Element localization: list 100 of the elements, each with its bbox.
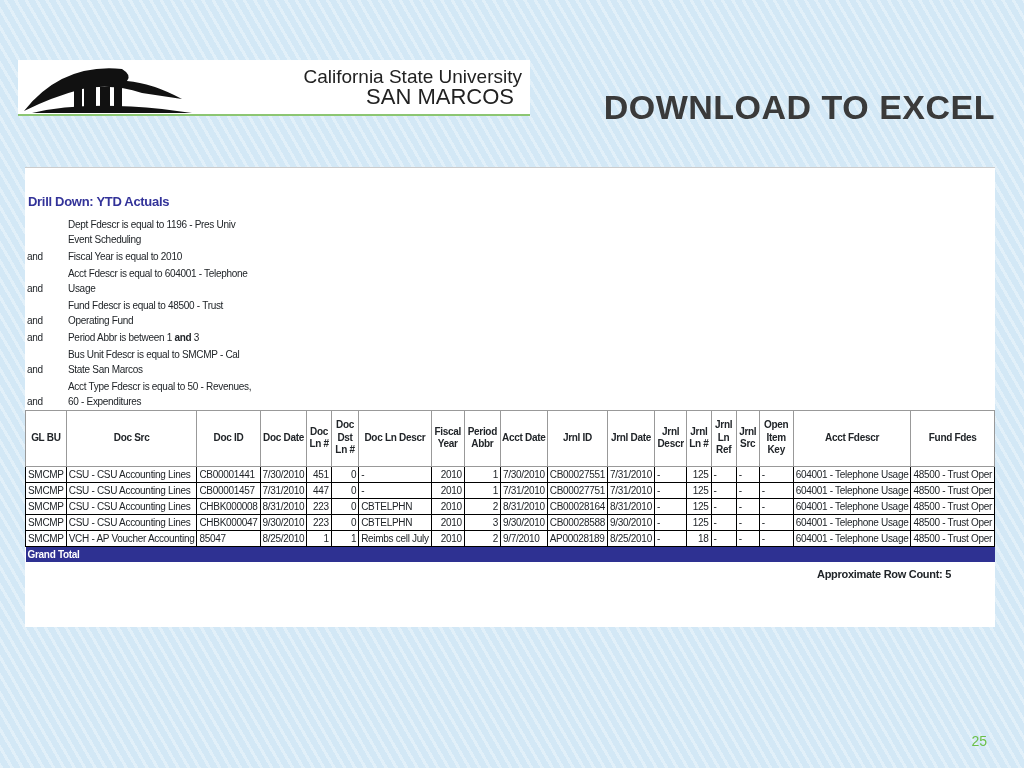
table-cell: 7/30/2010	[500, 466, 548, 482]
table-cell: 125	[686, 514, 711, 530]
table-cell: 7/31/2010	[260, 482, 307, 498]
table-cell: 2010	[431, 466, 465, 482]
column-header: Fund Fdes	[910, 410, 995, 466]
conjunction-text: and	[27, 331, 43, 343]
table-cell: CSU - CSU Accounting Lines	[66, 514, 197, 530]
table-cell: 223	[306, 498, 332, 514]
table-cell: -	[759, 482, 794, 498]
table-cell: 7/30/2010	[260, 466, 307, 482]
table-cell: -	[736, 466, 760, 482]
column-header: Open Item Key	[759, 410, 794, 466]
table-cell: CB00028588	[547, 514, 608, 530]
table-cell: 0	[331, 498, 359, 514]
column-header: Jrnl Ln #	[686, 410, 711, 466]
table-cell: 604001 - Telephone Usage	[793, 530, 911, 546]
table-cell: 9/30/2010	[500, 514, 548, 530]
table-cell: 7/31/2010	[500, 482, 548, 498]
table-cell: 48500 - Trust Oper	[910, 514, 995, 530]
table-cell: 3	[464, 514, 501, 530]
column-header: Jrnl Src	[736, 410, 760, 466]
table-cell: -	[654, 482, 687, 498]
table-cell: -	[759, 530, 794, 546]
conjunction-text: and	[27, 282, 43, 294]
table-cell: -	[711, 466, 737, 482]
table-cell: 0	[331, 482, 359, 498]
table-cell: 18	[686, 530, 711, 546]
filter-text: Fiscal Year is equal to 2010	[68, 250, 182, 262]
table-cell: 8/31/2010	[260, 498, 307, 514]
table-cell: 125	[686, 466, 711, 482]
logo-text: SAN MARCOS	[365, 85, 514, 108]
column-header: Jrnl Descr	[654, 410, 687, 466]
table-cell: 1	[306, 530, 332, 546]
table-cell: 9/7/2010	[500, 530, 548, 546]
table-cell: 223	[306, 514, 332, 530]
table-cell: CB00028164	[547, 498, 608, 514]
column-header: Jrnl Date	[607, 410, 655, 466]
table-cell: 48500 - Trust Oper	[910, 530, 995, 546]
table-cell: -	[736, 482, 760, 498]
table-cell: -	[654, 530, 687, 546]
table-cell: CBTELPHN	[358, 514, 432, 530]
column-header: Fiscal Year	[431, 410, 465, 466]
table-cell: CB00027551	[547, 466, 608, 482]
table-cell: CHBK000047	[196, 514, 261, 530]
column-header: GL BU	[25, 410, 67, 466]
table-cell: 9/30/2010	[260, 514, 307, 530]
table-cell: -	[711, 514, 737, 530]
table-cell: SMCMP	[25, 514, 67, 530]
table-cell: CSU - CSU Accounting Lines	[66, 466, 197, 482]
filter-text: Acct Type Fdescr is equal to 50 - Revenues, 60 - Expenditures	[68, 380, 252, 407]
table-cell: -	[759, 514, 794, 530]
page-number: 25	[971, 732, 987, 751]
table-cell: 451	[306, 466, 332, 482]
table-cell: CB00001457	[196, 482, 261, 498]
table-cell: -	[736, 514, 760, 530]
table-cell: 604001 - Telephone Usage	[793, 466, 911, 482]
table-cell: 8/25/2010	[607, 530, 655, 546]
table-cell: 1	[464, 466, 501, 482]
column-header: Period Abbr	[464, 410, 501, 466]
logo-text: California State University	[303, 66, 522, 86]
table-cell: 2	[464, 498, 501, 514]
table-cell: Reimbs cell July	[358, 530, 432, 546]
table-cell: 2	[464, 530, 501, 546]
column-header: Acct Fdescr	[793, 410, 911, 466]
table-cell: 7/31/2010	[607, 482, 655, 498]
table-cell: -	[654, 498, 687, 514]
table-cell: 604001 - Telephone Usage	[793, 498, 911, 514]
column-header: Doc Date	[260, 410, 307, 466]
table-cell: 48500 - Trust Oper	[910, 466, 995, 482]
table-cell: -	[711, 482, 737, 498]
column-header: Doc ID	[196, 410, 261, 466]
table-cell: -	[711, 498, 737, 514]
table-cell: 1	[331, 530, 359, 546]
table-cell: SMCMP	[25, 466, 67, 482]
table-cell: CSU - CSU Accounting Lines	[66, 482, 197, 498]
table-cell: 0	[331, 514, 359, 530]
table-cell: -	[358, 482, 432, 498]
table-cell: 8/25/2010	[260, 530, 307, 546]
table-cell: CB00027751	[547, 482, 608, 498]
table-cell: 7/31/2010	[607, 466, 655, 482]
table-cell: -	[654, 466, 687, 482]
conjunction-text: and	[27, 395, 43, 407]
table-cell: 8/31/2010	[607, 498, 655, 514]
table-cell: -	[736, 530, 760, 546]
column-header: Doc Src	[66, 410, 197, 466]
slide-title: DOWNLOAD TO EXCEL	[603, 87, 995, 128]
table-cell: 447	[306, 482, 332, 498]
table-cell: CB00001441	[196, 466, 261, 482]
table-cell: -	[358, 466, 432, 482]
table-cell: CHBK000008	[196, 498, 261, 514]
table-cell: 0	[331, 466, 359, 482]
filter-text: Bus Unit Fdescr is equal to SMCMP - Cal State San Marcos	[68, 348, 240, 375]
table-cell: 1	[464, 482, 501, 498]
table-cell: 9/30/2010	[607, 514, 655, 530]
report-title: Drill Down: YTD Actuals	[28, 193, 171, 211]
conjunction-text: and	[27, 314, 43, 326]
table-cell: -	[759, 466, 794, 482]
table-cell: 2010	[431, 530, 465, 546]
table-cell: 125	[686, 498, 711, 514]
column-header: Jrnl Ln Ref	[711, 410, 737, 466]
